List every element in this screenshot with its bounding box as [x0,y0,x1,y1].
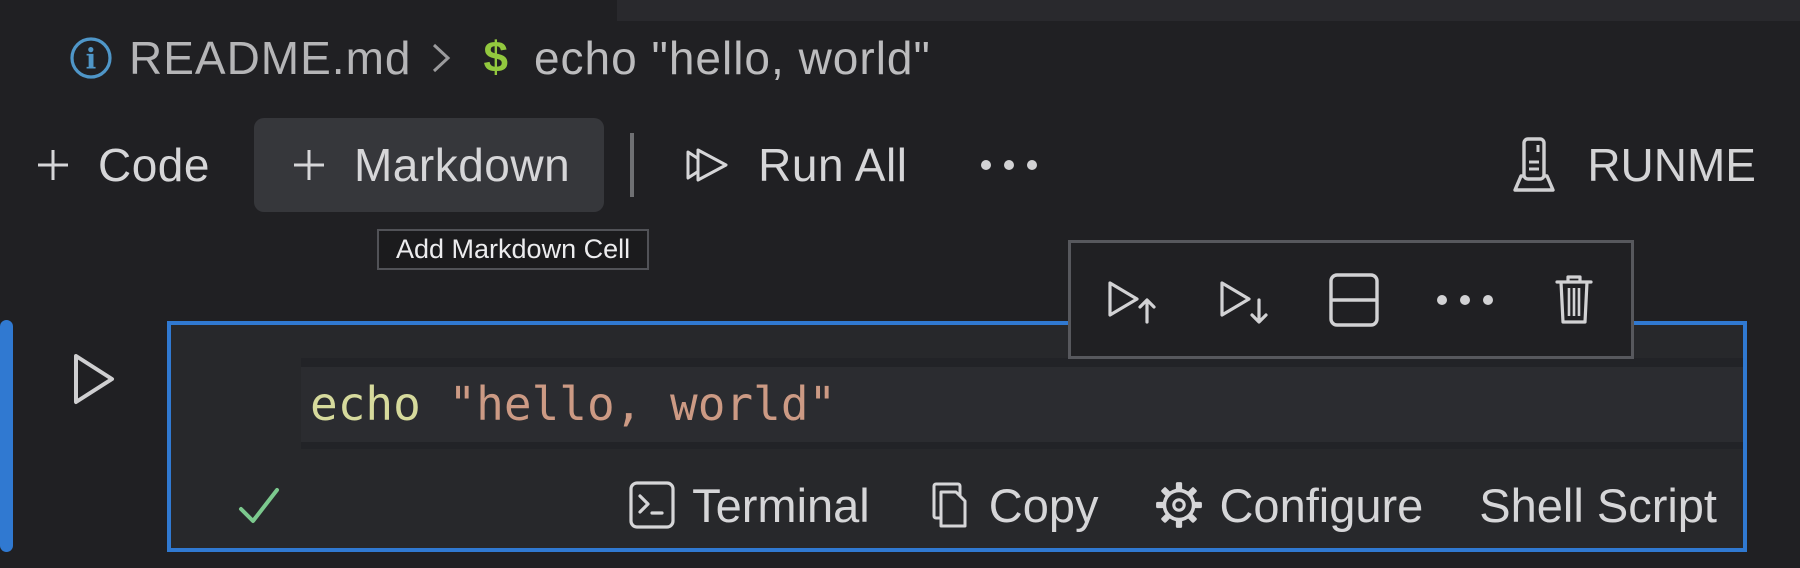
split-cell-button[interactable] [1327,271,1381,329]
plus-icon [288,144,330,186]
execute-above-button[interactable] [1103,274,1159,326]
language-picker[interactable]: Shell Script [1479,478,1717,533]
delete-cell-button[interactable] [1549,272,1599,328]
add-code-cell-button[interactable]: Code [26,118,216,212]
terminal-icon [627,479,677,531]
terminal-label: Terminal [692,478,870,532]
language-label: Shell Script [1479,478,1717,532]
trash-icon [1549,272,1599,328]
configure-button[interactable]: Configure [1154,478,1423,533]
code-line[interactable]: echo "hello, world" [310,377,836,431]
copy-button[interactable]: Copy [926,478,1099,533]
copy-label: Copy [988,478,1099,532]
kernel-selector-runme[interactable]: RUNME [1505,116,1756,214]
configure-label: Configure [1219,478,1424,532]
add-markdown-label: Markdown [353,139,571,191]
more-actions-button[interactable] [971,118,1047,212]
tooltip-text: Add Markdown Cell [396,234,631,264]
plus-icon [32,144,74,186]
run-cell-icon [70,350,118,410]
execute-below-icon [1215,274,1271,326]
run-all-label: Run All [758,139,908,191]
terminal-button[interactable]: Terminal [627,478,870,533]
cell-status-bar: Terminal Copy Configure Shell Script [171,468,1743,548]
chevron-right-icon [429,37,453,79]
run-all-icon [680,142,734,188]
gear-icon [1154,479,1204,531]
breadcrumb-file[interactable]: README.md [129,31,411,85]
ellipsis-icon [1437,294,1493,305]
code-string: "hello, world" [448,376,837,431]
code-keyword: echo [310,376,421,431]
run-cell-button[interactable] [70,350,118,410]
execute-above-icon [1103,274,1159,326]
breadcrumb-shell-symbol: $ [483,33,508,82]
cell-hover-toolbar [1068,240,1634,359]
cell-status-actions: Terminal Copy Configure Shell Script [627,478,1717,533]
svg-text:i: i [86,43,97,76]
more-cell-actions-button[interactable] [1437,294,1493,305]
kernel-label: RUNME [1587,139,1756,191]
tooltip-add-markdown-cell: Add Markdown Cell [377,229,650,270]
execute-below-button[interactable] [1215,274,1271,326]
cell-editor[interactable]: echo "hello, world" [301,358,1743,449]
tab-bar-background [617,0,1800,21]
add-markdown-cell-button[interactable]: Markdown [253,118,605,212]
toolbar-divider [630,133,635,197]
breadcrumb-cell-title[interactable]: echo "hello, world" [534,31,931,85]
notebook-editor: i README.md $ echo "hello, world" Code M… [0,0,1800,568]
info-icon: i [68,35,114,81]
split-cell-icon [1327,271,1381,329]
breadcrumb: i README.md $ echo "hello, world" [68,30,931,86]
ellipsis-icon [981,160,1038,170]
runme-logo-icon [1505,134,1563,196]
cell-focus-indicator[interactable] [0,320,13,552]
run-all-button[interactable]: Run All [674,118,913,212]
copy-icon [926,479,974,531]
check-icon [233,482,285,528]
notebook-toolbar: Code Markdown Run All RUNME [26,116,1800,214]
add-code-label: Code [98,139,210,191]
